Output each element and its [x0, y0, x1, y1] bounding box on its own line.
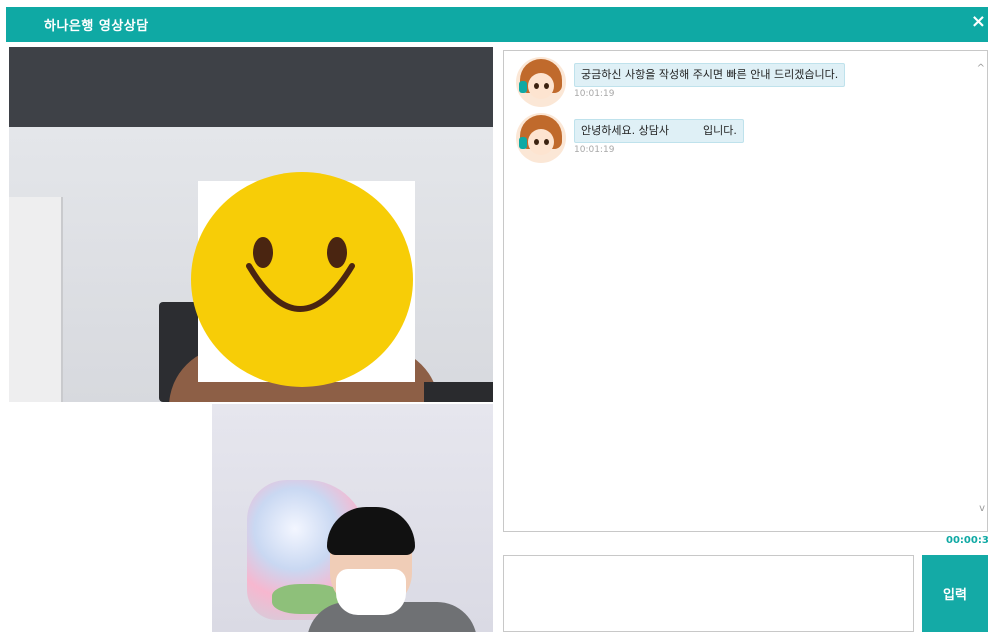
smiley-face-icon [191, 172, 413, 387]
smiley-mouth [246, 263, 355, 312]
chat-bubble: 안녕하세요. 상담사 입니다. [574, 119, 744, 143]
local-video-face-mask [336, 569, 406, 615]
counselor-avatar [516, 57, 566, 107]
chat-message: 안녕하세요. 상담사 입니다. 10:01:19 [516, 113, 936, 163]
chat-message-time: 10:01:19 [574, 89, 615, 99]
remote-video [9, 47, 493, 402]
remote-video-ceiling [9, 47, 493, 127]
chat-input[interactable] [503, 555, 914, 632]
counselor-avatar [516, 113, 566, 163]
window-title: 하나은행 영상상담 [44, 19, 149, 34]
title-bar: 하나은행 영상상담 × [6, 7, 988, 42]
local-video [212, 404, 493, 632]
chat-message: 궁금하신 사항을 작성해 주시면 빠른 안내 드리겠습니다. 10:01:19 [516, 57, 936, 107]
send-button[interactable]: 입력 [922, 555, 988, 632]
scroll-up-arrow-icon[interactable]: ^ [977, 63, 985, 74]
elapsed-timer: 00:00:3 [946, 535, 988, 546]
remote-video-desk [424, 382, 493, 402]
chat-message-time: 10:01:19 [574, 145, 615, 155]
chat-message-text: 안녕하세요. 상담사 [581, 124, 669, 137]
close-icon[interactable]: × [971, 11, 986, 32]
chat-history[interactable]: 궁금하신 사항을 작성해 주시면 빠른 안내 드리겠습니다. 10:01:19 … [503, 50, 988, 532]
remote-video-cabinet [9, 197, 63, 402]
chat-message-text: 궁금하신 사항을 작성해 주시면 빠른 안내 드리겠습니다. [581, 68, 839, 81]
chat-bubble: 궁금하신 사항을 작성해 주시면 빠른 안내 드리겠습니다. [574, 63, 846, 87]
scroll-down-arrow-icon[interactable]: v [979, 503, 985, 514]
chat-message-text-suffix: 입니다. [702, 124, 737, 137]
